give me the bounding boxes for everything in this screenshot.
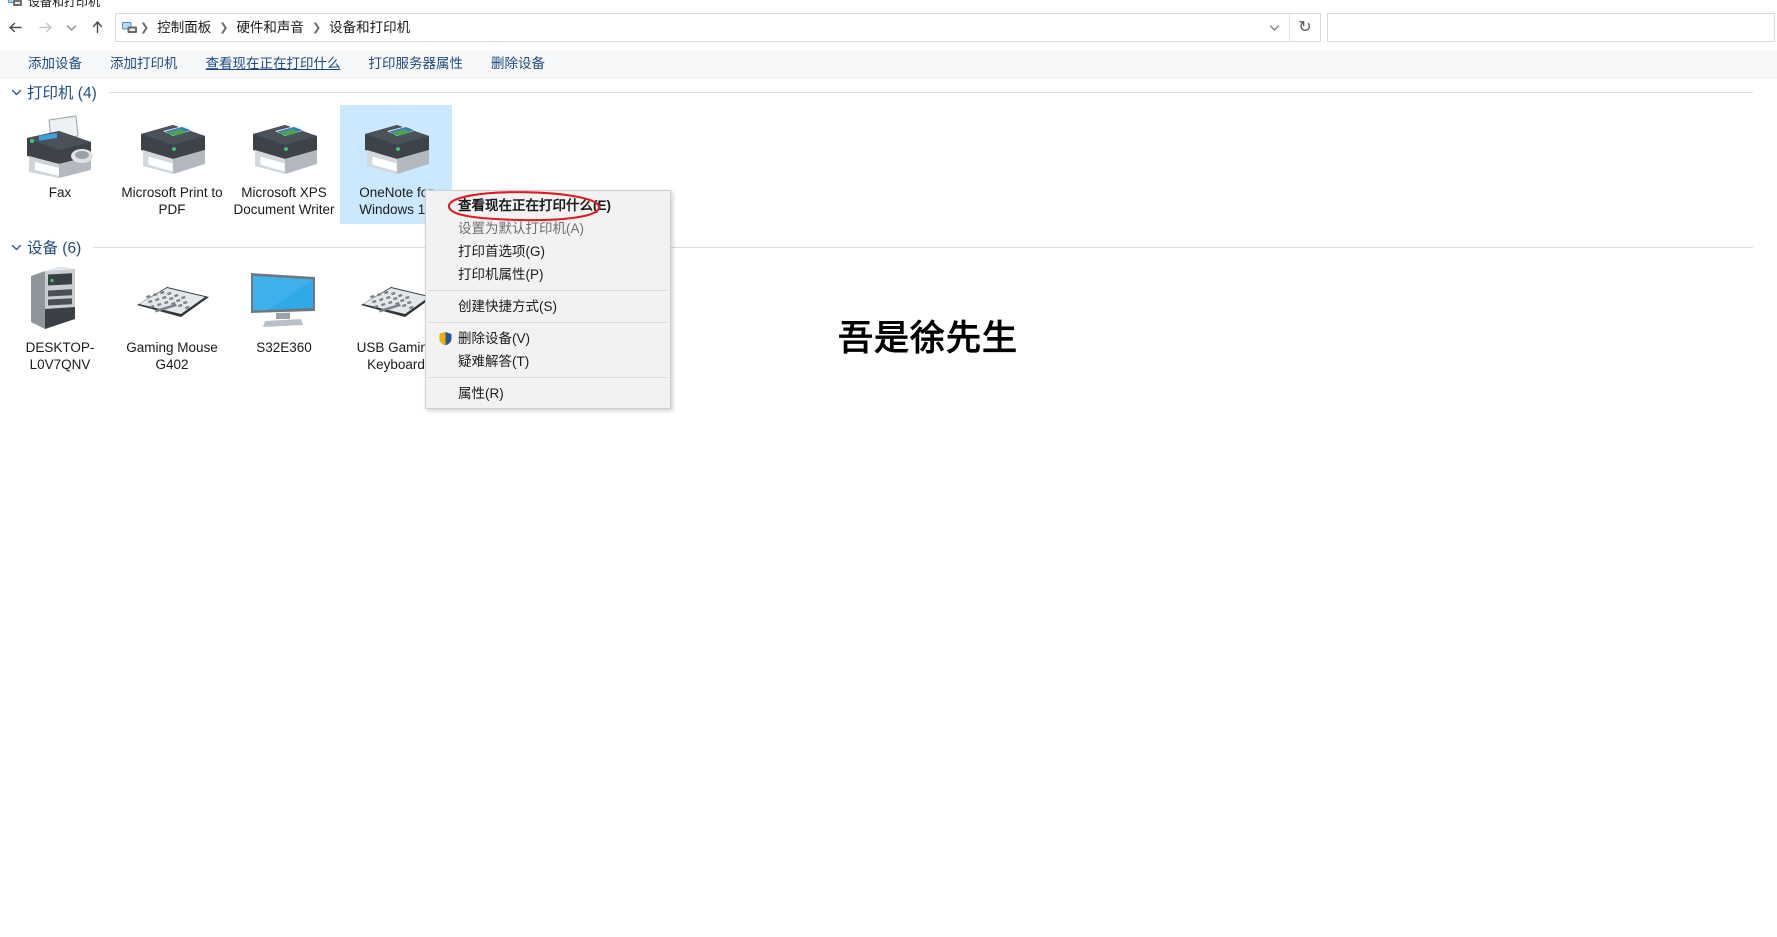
address-dropdown-chevron-down-icon[interactable]: [1259, 14, 1289, 41]
breadcrumb-separator: ❯: [311, 21, 322, 34]
up-arrow-icon[interactable]: [82, 12, 112, 42]
menu-item-label: 打印机属性(P): [458, 263, 544, 286]
printer-tile[interactable]: Fax: [4, 105, 116, 207]
tile-label: Fax: [6, 184, 114, 201]
command-link-0[interactable]: 添加设备: [14, 50, 96, 77]
menu-item[interactable]: 打印首选项(G): [426, 240, 670, 263]
printers-group-header[interactable]: 打印机 (4): [0, 79, 1777, 105]
menu-item-label: 设置为默认打印机(A): [458, 217, 584, 240]
command-link-2[interactable]: 查看现在正在打印什么: [192, 50, 355, 77]
device-tile[interactable]: DESKTOP-L0V7QNV: [4, 260, 116, 379]
menu-item[interactable]: 创建快捷方式(S): [426, 295, 670, 318]
desktop-tower-icon: [17, 264, 103, 336]
back-arrow-icon[interactable]: [0, 12, 30, 42]
menu-item-icon-slot: [434, 385, 456, 403]
menu-item[interactable]: 打印机属性(P): [426, 263, 670, 286]
menu-item-label: 查看现在正在打印什么(E): [458, 194, 611, 217]
command-link-4[interactable]: 删除设备: [477, 50, 559, 77]
menu-item-icon-slot: [434, 266, 456, 284]
menu-item-icon-slot: [434, 220, 456, 238]
devices-group-title: 设备 (6): [27, 236, 81, 258]
group-divider: [93, 247, 1753, 248]
tile-label: Microsoft XPS Document Writer: [230, 184, 338, 218]
tile-label: Gaming Mouse G402: [118, 339, 226, 373]
search-input[interactable]: [1327, 13, 1775, 42]
menu-item[interactable]: 疑难解答(T): [426, 350, 670, 373]
printer-context-menu[interactable]: 查看现在正在打印什么(E)设置为默认打印机(A)打印首选项(G)打印机属性(P)…: [425, 190, 671, 409]
command-link-1[interactable]: 添加打印机: [96, 50, 192, 77]
content-area: 打印机 (4) Fax: [0, 79, 1777, 937]
printers-group-title: 打印机 (4): [27, 81, 97, 103]
menu-item[interactable]: 属性(R): [426, 382, 670, 405]
tile-label: Microsoft Print to PDF: [118, 184, 226, 218]
menu-item[interactable]: 查看现在正在打印什么(E): [426, 194, 670, 217]
menu-item-label: 删除设备(V): [458, 327, 530, 350]
breadcrumb-hardware-and-sound[interactable]: 硬件和声音: [229, 14, 311, 41]
menu-separator: [428, 377, 668, 378]
address-bar[interactable]: ❯ 打印机 (4) 控制面板 ❯ 硬件和声音 ❯ 设备和打印机 ↻: [115, 13, 1321, 42]
navigation-bar: ❯ 打印机 (4) 控制面板 ❯ 硬件和声音 ❯ 设备和打印机 ↻: [0, 8, 1777, 46]
recent-locations-chevron-down-icon[interactable]: [60, 12, 82, 42]
menu-item[interactable]: 删除设备(V): [426, 327, 670, 350]
printer-icon: [353, 109, 439, 181]
chevron-down-icon[interactable]: [8, 239, 24, 255]
overlay-watermark-text: 吾是徐先生: [838, 310, 1018, 361]
tile-label: S32E360: [230, 339, 338, 356]
menu-item-icon-slot: [434, 353, 456, 371]
keyboard-icon: [129, 264, 215, 336]
breadcrumb-separator: ❯: [218, 21, 229, 34]
menu-item: 设置为默认打印机(A): [426, 217, 670, 240]
device-tile[interactable]: Gaming Mouse G402: [116, 260, 228, 379]
menu-item-icon-slot: [434, 298, 456, 316]
menu-item-icon-slot: [434, 197, 456, 215]
menu-item-label: 打印首选项(G): [458, 240, 545, 263]
devices-group-header[interactable]: 设备 (6): [0, 234, 1777, 260]
devices-printers-icon: [121, 19, 138, 36]
menu-item-label: 属性(R): [458, 382, 504, 405]
printer-icon: [129, 109, 215, 181]
fax-printer-icon: [17, 109, 103, 181]
menu-item-label: 创建快捷方式(S): [458, 295, 557, 318]
printers-tile-row: Fax Microsoft Print to PDF: [0, 105, 1777, 224]
chevron-down-icon[interactable]: [8, 84, 24, 100]
menu-separator: [428, 290, 668, 291]
uac-shield-icon: [434, 330, 456, 348]
refresh-icon[interactable]: ↻: [1290, 14, 1320, 41]
printer-tile[interactable]: Microsoft Print to PDF: [116, 105, 228, 224]
tile-label: DESKTOP-L0V7QNV: [6, 339, 114, 373]
device-tile[interactable]: S32E360: [228, 260, 340, 362]
monitor-icon: [241, 264, 327, 336]
menu-item-icon-slot: [434, 243, 456, 261]
printer-icon: [241, 109, 327, 181]
menu-separator: [428, 322, 668, 323]
command-bar: 添加设备添加打印机查看现在正在打印什么打印服务器属性删除设备: [0, 50, 1777, 78]
command-link-3[interactable]: 打印服务器属性: [355, 50, 478, 77]
breadcrumb-separator: ❯: [139, 21, 150, 34]
forward-arrow-icon: [30, 12, 60, 42]
group-divider: [109, 92, 1753, 93]
breadcrumb-devices-and-printers[interactable]: 设备和打印机: [322, 14, 417, 41]
printer-tile[interactable]: Microsoft XPS Document Writer: [228, 105, 340, 224]
breadcrumb-control-panel[interactable]: 控制面板: [150, 14, 218, 41]
menu-item-label: 疑难解答(T): [458, 350, 529, 373]
